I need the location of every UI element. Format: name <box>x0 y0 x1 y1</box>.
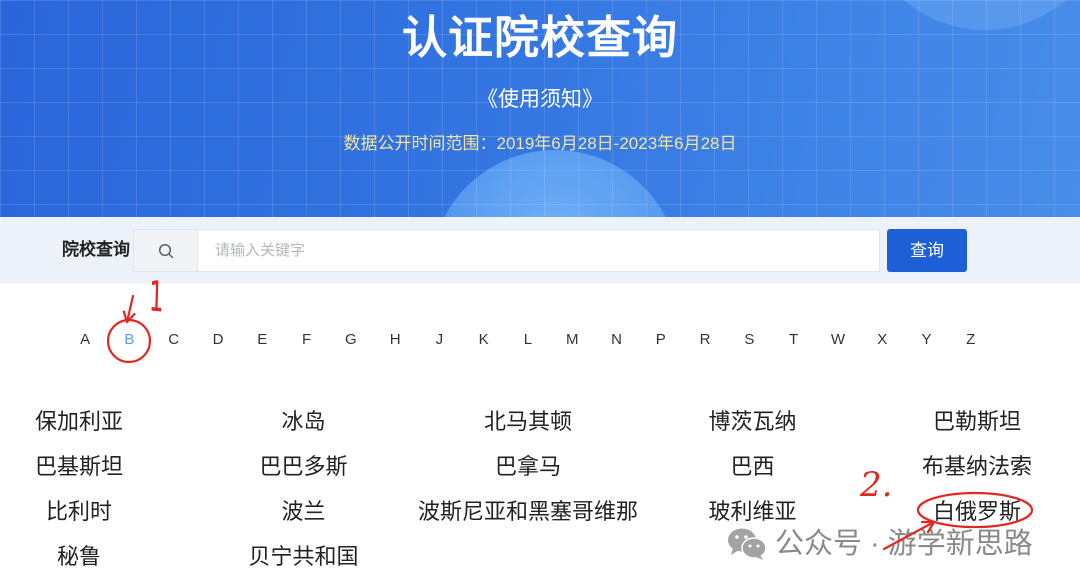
country-item[interactable]: 冰岛 <box>225 397 383 442</box>
data-date-range: 数据公开时间范围：2019年6月28日-2023年6月28日 <box>343 134 737 153</box>
country-item[interactable]: 保加利亚 <box>0 397 158 442</box>
wechat-icon <box>728 528 767 560</box>
country-item[interactable]: 比利时 <box>0 487 158 532</box>
search-input[interactable] <box>197 229 880 272</box>
country-item[interactable]: 巴基斯坦 <box>0 442 158 487</box>
search-button[interactable]: 查询 <box>887 229 967 272</box>
usage-notice-link[interactable]: 《使用须知》 <box>0 86 1080 114</box>
country-item[interactable]: 波兰 <box>225 487 383 532</box>
letter-g[interactable]: G <box>329 330 373 350</box>
country-item[interactable]: 秘鲁 <box>0 532 158 577</box>
country-item[interactable]: 贝宁共和国 <box>225 532 383 577</box>
hero-banner: 认证院校查询 《使用须知》 数据公开时间范围：2019年6月28日-2023年6… <box>0 0 1080 217</box>
letter-y[interactable]: Y <box>904 330 948 350</box>
letter-r[interactable]: R <box>683 330 727 350</box>
letter-c[interactable]: C <box>152 330 196 350</box>
letter-s[interactable]: S <box>727 330 771 350</box>
letter-b[interactable]: B <box>107 330 151 350</box>
country-item[interactable]: 北马其顿 <box>449 397 607 442</box>
annotation-arrow-to-letter <box>125 294 135 324</box>
letter-w[interactable]: W <box>816 330 860 350</box>
letter-e[interactable]: E <box>240 330 284 350</box>
page-title: 认证院校查询 <box>401 12 678 63</box>
country-item[interactable]: 巴拿马 <box>449 442 607 487</box>
search-icon <box>158 243 173 258</box>
watermark-text: 公众号 · 游学新思路 <box>775 528 1033 560</box>
letter-k[interactable]: K <box>462 330 506 350</box>
search-icon-box <box>133 229 197 272</box>
country-item[interactable]: 博茨瓦纳 <box>674 397 832 442</box>
country-item[interactable]: 巴西 <box>674 442 832 487</box>
annotation-step-1: 1 <box>148 271 165 322</box>
letter-f[interactable]: F <box>284 330 328 350</box>
annotation-arrowhead-letter <box>122 310 136 324</box>
letter-l[interactable]: L <box>506 330 550 350</box>
letter-n[interactable]: N <box>594 330 638 350</box>
country-item[interactable]: 布基纳法索 <box>898 442 1056 487</box>
letter-m[interactable]: M <box>550 330 594 350</box>
country-item[interactable]: 波斯尼亚和黑塞哥维那 <box>418 487 638 532</box>
annotation-step-2: 2. <box>860 465 893 505</box>
letter-j[interactable]: J <box>417 330 461 350</box>
country-item[interactable]: 玻利维亚 <box>674 487 832 532</box>
letter-z[interactable]: Z <box>949 330 993 350</box>
letter-x[interactable]: X <box>860 330 904 350</box>
letter-p[interactable]: P <box>639 330 683 350</box>
country-item[interactable]: 巴勒斯坦 <box>898 397 1056 442</box>
letter-a[interactable]: A <box>63 330 107 350</box>
country-item[interactable]: 白俄罗斯 <box>898 487 1056 532</box>
letter-d[interactable]: D <box>196 330 240 350</box>
search-label: 院校查询 <box>62 240 130 259</box>
alphabet-nav: ABCDEFGHJKLMNPRSTWXYZ <box>63 330 993 350</box>
country-item[interactable]: 巴巴多斯 <box>225 442 383 487</box>
letter-h[interactable]: H <box>373 330 417 350</box>
letter-t[interactable]: T <box>772 330 816 350</box>
